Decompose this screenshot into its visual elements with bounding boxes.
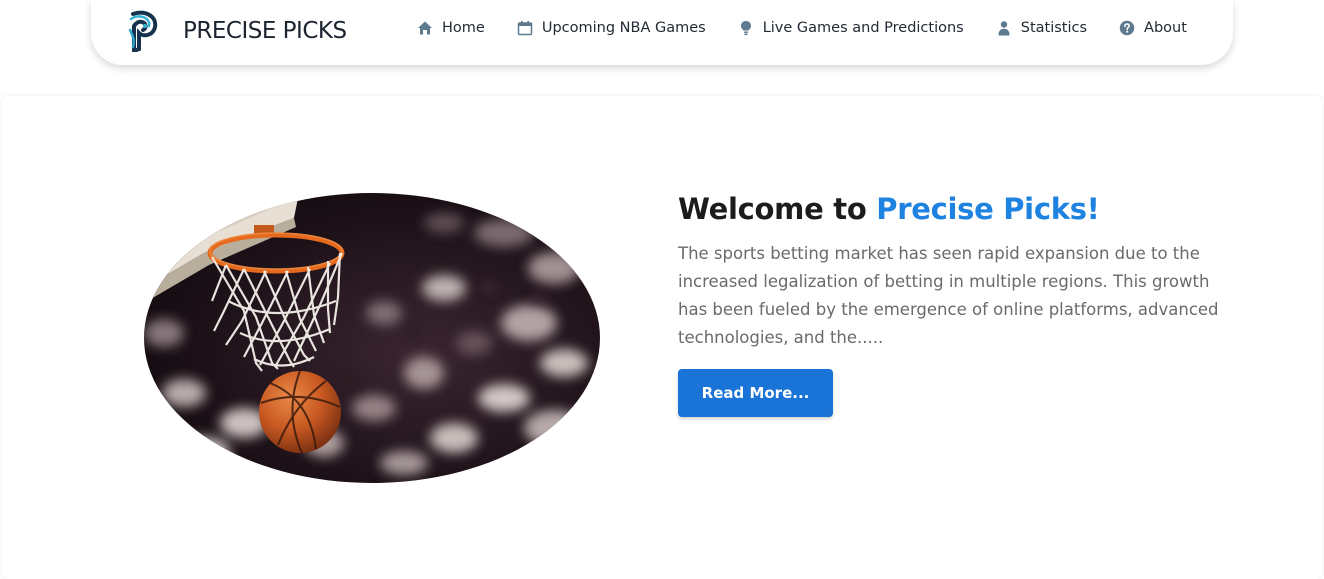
hero-section: Welcome to Precise Picks! The sports bet… (2, 96, 1322, 579)
nav-item-about[interactable]: About (1119, 20, 1187, 36)
brand[interactable]: PRECISE PICKS (125, 10, 347, 52)
nav-label-statistics: Statistics (1020, 20, 1088, 36)
home-icon (417, 20, 433, 36)
calendar-icon (517, 20, 533, 36)
hero-description: The sports betting market has seen rapid… (678, 244, 1219, 347)
nav-label-home: Home (442, 20, 485, 36)
hero-text-block: Welcome to Precise Picks! The sports bet… (678, 192, 1238, 417)
nav-item-live-games[interactable]: Live Games and Predictions (738, 20, 964, 36)
title-accent: Precise Picks! (876, 192, 1100, 226)
nav-item-home[interactable]: Home (417, 20, 485, 36)
nav-item-statistics[interactable]: Statistics (996, 20, 1087, 36)
top-navbar: PRECISE PICKS Home Upcoming NBA Games Li… (91, 0, 1233, 65)
nav-label-live-games: Live Games and Predictions (762, 20, 964, 36)
nav-label-upcoming-games: Upcoming NBA Games (541, 20, 706, 36)
basketball-hoop-image (144, 193, 600, 483)
lightbulb-icon (738, 20, 754, 36)
brand-name: PRECISE PICKS (183, 18, 347, 44)
page-title: Welcome to Precise Picks! (678, 192, 1238, 226)
read-more-button[interactable]: Read More... (678, 369, 833, 417)
question-circle-icon (1119, 20, 1135, 36)
user-icon (996, 20, 1012, 36)
nav-menu: Home Upcoming NBA Games Live Games and P… (417, 20, 1187, 36)
nav-label-about: About (1144, 20, 1187, 36)
precise-picks-logo (128, 10, 158, 52)
nav-item-upcoming-games[interactable]: Upcoming NBA Games (517, 20, 706, 36)
title-prefix: Welcome to (678, 192, 867, 226)
